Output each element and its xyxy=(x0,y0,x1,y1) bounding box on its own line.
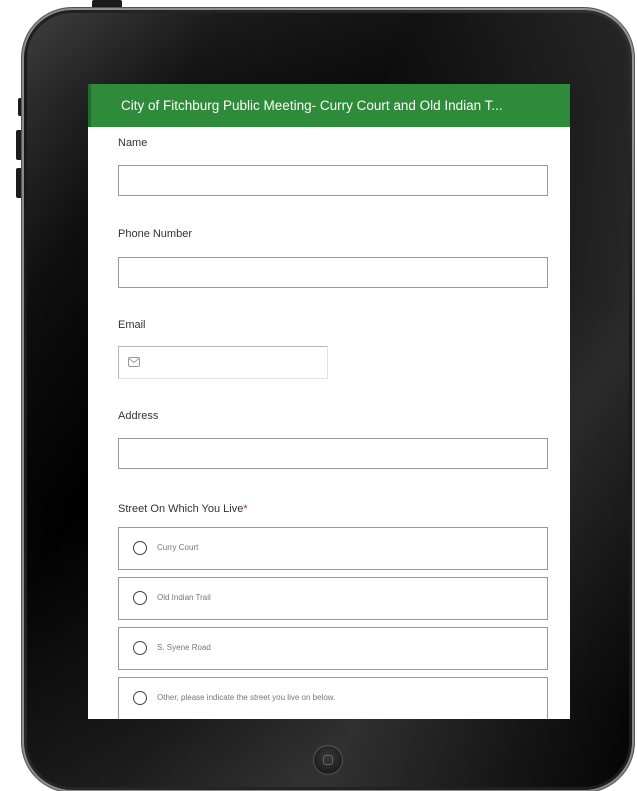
phone-label: Phone Number xyxy=(118,228,192,240)
radio-option-label: Curry Court xyxy=(157,543,199,552)
tablet-screen: City of Fitchburg Public Meeting- Curry … xyxy=(88,84,570,719)
radio-option-label: Other, please indicate the street you li… xyxy=(157,693,336,702)
name-field[interactable] xyxy=(118,165,548,196)
radio-button-icon[interactable] xyxy=(133,691,147,705)
radio-option-other[interactable]: Other, please indicate the street you li… xyxy=(118,677,548,719)
name-label: Name xyxy=(118,137,148,149)
street-label-text: Street On Which You Live xyxy=(118,503,244,515)
page: City of Fitchburg Public Meeting- Curry … xyxy=(0,0,637,791)
home-button-square-icon xyxy=(323,755,333,765)
address-label: Address xyxy=(118,410,159,422)
email-field[interactable] xyxy=(118,346,328,379)
radio-option-curry-court[interactable]: Curry Court xyxy=(118,527,548,570)
address-field[interactable] xyxy=(118,438,548,469)
required-asterisk: * xyxy=(243,503,248,515)
radio-option-s-syene-road[interactable]: S. Syene Road xyxy=(118,627,548,670)
email-label: Email xyxy=(118,319,146,331)
radio-button-icon[interactable] xyxy=(133,641,147,655)
street-label: Street On Which You Live* xyxy=(118,503,548,515)
form-header: City of Fitchburg Public Meeting- Curry … xyxy=(88,84,570,127)
radio-button-icon[interactable] xyxy=(133,591,147,605)
radio-button-icon[interactable] xyxy=(133,541,147,555)
radio-option-label: Old Indian Trail xyxy=(157,593,211,602)
form-title: City of Fitchburg Public Meeting- Curry … xyxy=(121,98,503,113)
radio-option-label: S. Syene Road xyxy=(157,643,211,652)
radio-option-old-indian-trail[interactable]: Old Indian Trail xyxy=(118,577,548,620)
phone-field[interactable] xyxy=(118,257,548,288)
form-body: Name Phone Number Email Address Street O… xyxy=(88,137,570,719)
envelope-icon xyxy=(128,357,140,367)
home-button-icon[interactable] xyxy=(313,745,343,775)
street-options: Curry Court Old Indian Trail S. Syene Ro… xyxy=(118,527,548,719)
